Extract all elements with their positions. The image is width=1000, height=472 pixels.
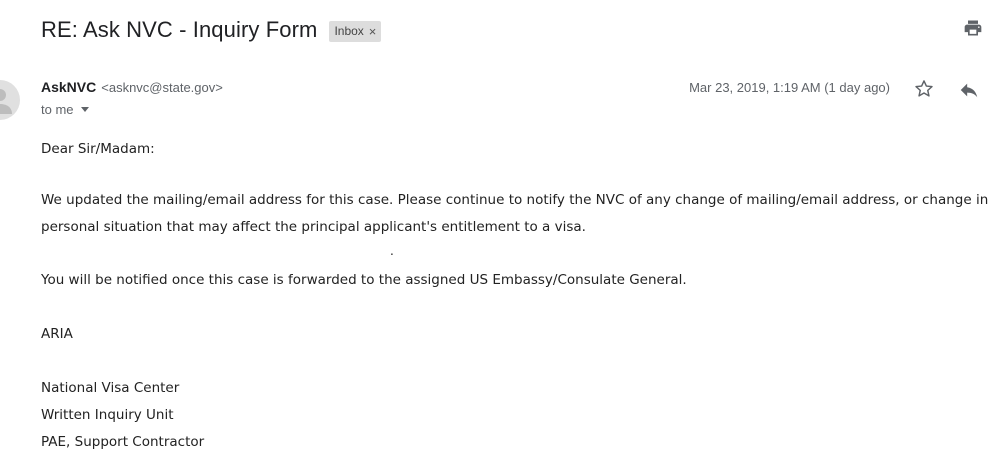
sender-avatar[interactable] xyxy=(0,80,20,120)
subject-row: RE: Ask NVC - Inquiry Form Inbox × xyxy=(41,12,382,48)
signature-line: National Visa Center xyxy=(41,380,180,396)
signature-name: ARIA xyxy=(41,326,73,342)
sender-name[interactable]: AskNVC xyxy=(41,79,96,95)
person-icon xyxy=(0,89,12,114)
print-icon[interactable] xyxy=(963,18,983,38)
inbox-label-chip[interactable]: Inbox × xyxy=(329,20,382,42)
sender-row: AskNVC <asknvc@state.gov> xyxy=(41,79,223,95)
close-icon[interactable]: × xyxy=(369,25,377,38)
reply-icon[interactable] xyxy=(958,79,980,101)
star-icon[interactable] xyxy=(913,78,935,100)
email-date: Mar 23, 2019, 1:19 AM (1 day ago) xyxy=(689,80,890,95)
caret-down-icon[interactable] xyxy=(80,107,89,112)
label-chip-text: Inbox xyxy=(334,24,364,38)
body-paragraph-line: We updated the mailing/email address for… xyxy=(41,192,989,208)
recipient-text: to me xyxy=(41,102,74,117)
recipient-details-toggle[interactable]: to me xyxy=(41,102,89,117)
body-greeting: Dear Sir/Madam: xyxy=(41,141,155,157)
body-paragraph: You will be notified once this case is f… xyxy=(41,272,687,288)
signature-line: Written Inquiry Unit xyxy=(41,407,174,423)
signature-line: PAE, Support Contractor xyxy=(41,434,205,450)
email-subject: RE: Ask NVC - Inquiry Form xyxy=(41,17,318,42)
sender-email: <asknvc@state.gov> xyxy=(101,80,223,95)
stray-mark: . xyxy=(390,244,394,258)
body-paragraph-line: personal situation that may affect the p… xyxy=(41,219,586,235)
